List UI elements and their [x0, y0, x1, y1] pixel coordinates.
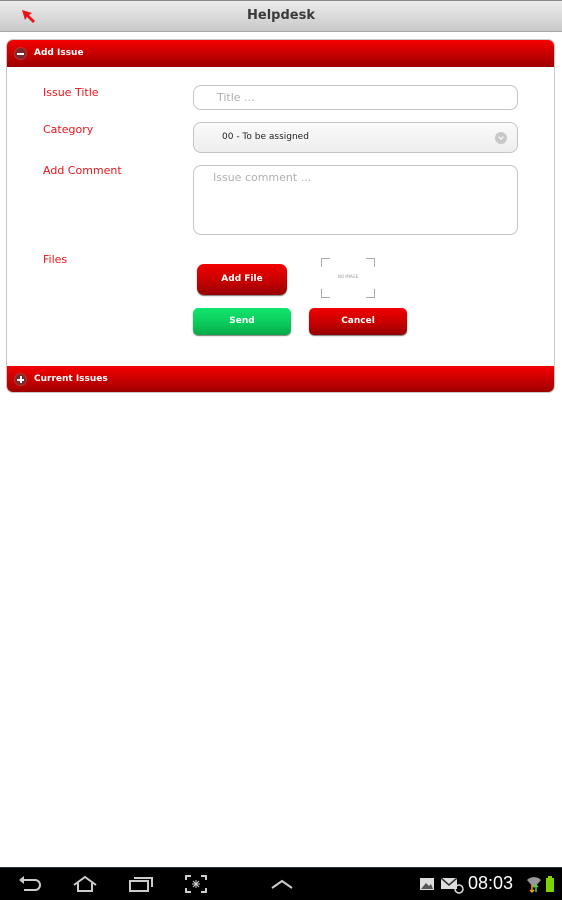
- recent-apps-button[interactable]: [127, 874, 155, 894]
- back-button[interactable]: [16, 874, 44, 894]
- expand-up-button[interactable]: [268, 874, 296, 894]
- file-preview: NO IMAGE: [321, 258, 375, 298]
- home-icon: [73, 875, 97, 892]
- section-title: Current Issues: [34, 374, 108, 384]
- category-selected-value: 00 - To be assigned: [222, 132, 309, 142]
- status-clock: 08:03: [468, 873, 514, 893]
- chevron-down-icon: [495, 132, 507, 144]
- home-button[interactable]: [71, 874, 99, 894]
- gallery-notification-icon: [418, 874, 436, 894]
- section-header-add-issue[interactable]: Add Issue: [7, 40, 554, 67]
- no-image-text: NO IMAGE: [337, 274, 359, 279]
- category-select[interactable]: 00 - To be assigned: [193, 122, 518, 153]
- app-title: Helpdesk: [247, 8, 315, 23]
- section-title: Add Issue: [34, 48, 84, 58]
- files-label: Files: [43, 253, 68, 266]
- chevron-up-icon: [271, 879, 293, 889]
- wifi-icon: [526, 874, 542, 894]
- system-navigation-bar: 08:03: [0, 867, 562, 900]
- category-label: Category: [43, 123, 94, 136]
- add-comment-label: Add Comment: [43, 164, 122, 177]
- screenshot-icon: [185, 875, 207, 893]
- action-bar: Helpdesk: [0, 0, 562, 32]
- send-button[interactable]: Send: [193, 308, 291, 335]
- cancel-button[interactable]: Cancel: [309, 308, 407, 335]
- back-icon: [19, 876, 41, 891]
- recent-apps-icon: [129, 877, 153, 892]
- expand-plus-icon: [15, 374, 26, 385]
- section-header-current-issues[interactable]: Current Issues: [7, 366, 554, 392]
- screenshot-button[interactable]: [182, 874, 210, 894]
- collapse-minus-icon: [15, 48, 26, 59]
- helpdesk-panel: Add Issue Issue Title Title ... Category…: [6, 39, 555, 393]
- issue-title-input[interactable]: Title ...: [193, 85, 518, 110]
- add-file-button[interactable]: Add File: [197, 264, 287, 295]
- email-notification-icon: [440, 874, 464, 894]
- battery-icon: [544, 874, 556, 894]
- comment-textarea[interactable]: Issue comment ...: [193, 165, 518, 235]
- issue-title-label: Issue Title: [43, 86, 99, 99]
